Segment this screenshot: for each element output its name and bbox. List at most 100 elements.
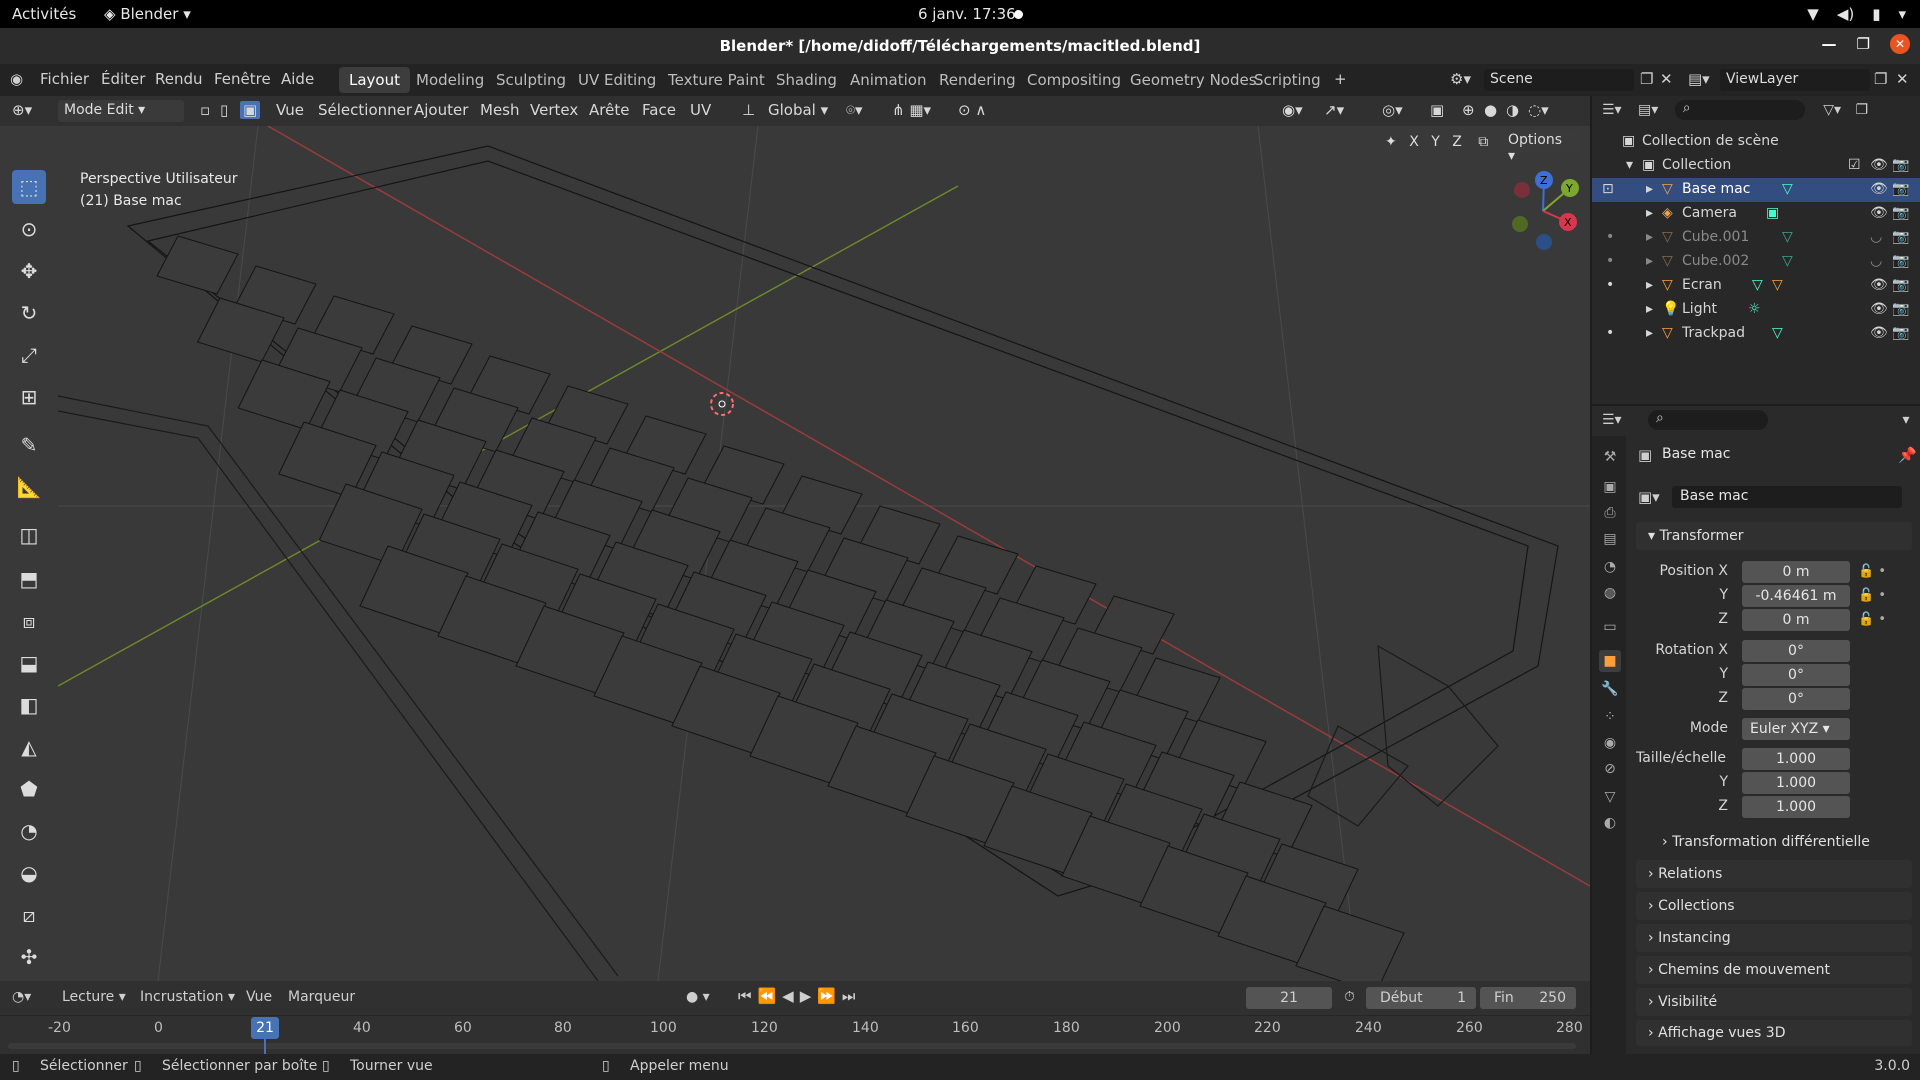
scene-field[interactable]: Scene bbox=[1484, 69, 1634, 91]
timeline-view-menu[interactable]: Vue bbox=[246, 989, 272, 1005]
tab-animation[interactable]: Animation bbox=[840, 67, 936, 93]
position-x-field[interactable]: 0 m bbox=[1742, 561, 1850, 583]
butterfly-icon[interactable]: ✦ bbox=[1385, 134, 1397, 150]
rotation-z-field[interactable]: 0° bbox=[1742, 688, 1850, 710]
solid-shading-icon[interactable]: ● bbox=[1484, 101, 1497, 119]
maximize-button[interactable]: ❐ bbox=[1857, 35, 1870, 53]
outliner-item-cube-002[interactable]: • ▸ ▽ Cube.002 ▽ ◡ 📷 bbox=[1592, 250, 1920, 274]
scene-icon[interactable]: ⚙▾ bbox=[1450, 70, 1471, 88]
spin-icon[interactable]: ◔ bbox=[12, 814, 46, 848]
vertex-select-icon[interactable]: ▫ bbox=[200, 101, 210, 119]
camera-render-icon[interactable]: 📷 bbox=[1892, 253, 1909, 269]
particles-tab-icon[interactable]: ⁘ bbox=[1599, 706, 1621, 728]
chevron-down-icon[interactable]: ▾ bbox=[1902, 412, 1909, 428]
tab-shading[interactable]: Shading bbox=[766, 67, 847, 93]
navigation-gizmo[interactable]: Z Y X bbox=[1488, 166, 1590, 256]
outliner-collection[interactable]: ▾ ▣ Collection ☑ 👁 📷 bbox=[1592, 154, 1920, 178]
constraints-tab-icon[interactable]: ⊘ bbox=[1599, 758, 1621, 780]
expand-arrow-icon[interactable]: ▾ bbox=[1626, 157, 1633, 173]
outliner-search-input[interactable]: ⌕ bbox=[1674, 100, 1805, 120]
xray-icon[interactable]: ▣ bbox=[1430, 101, 1444, 119]
minimize-button[interactable]: — bbox=[1822, 35, 1837, 53]
object-datablock-icon[interactable]: ▣▾ bbox=[1638, 488, 1660, 506]
shrink-fatten-icon[interactable]: ✣ bbox=[12, 940, 46, 974]
tool-tab-icon[interactable]: ⚒ bbox=[1599, 446, 1621, 468]
material-shading-icon[interactable]: ◑ bbox=[1506, 101, 1519, 119]
rotation-y-field[interactable]: 0° bbox=[1742, 664, 1850, 686]
visibility-section[interactable]: › Visibilité bbox=[1636, 988, 1912, 1016]
expand-arrow-icon[interactable]: ▸ bbox=[1646, 325, 1653, 341]
inset-icon[interactable]: ⧈ bbox=[12, 604, 46, 638]
outliner-scene-collection[interactable]: ▣ Collection de scène bbox=[1592, 130, 1920, 154]
mirror-z[interactable]: Z bbox=[1452, 134, 1462, 150]
transform-section[interactable]: ▾ Transformer bbox=[1636, 522, 1912, 550]
mirror-x[interactable]: X bbox=[1409, 134, 1419, 150]
menu-add[interactable]: Ajouter bbox=[414, 101, 468, 119]
loop-cut-icon[interactable]: ◧ bbox=[12, 688, 46, 722]
extrude-icon[interactable]: ⬒ bbox=[12, 562, 46, 596]
tab-texture-paint[interactable]: Texture Paint bbox=[658, 67, 775, 93]
properties-search-input[interactable]: ⌕ bbox=[1648, 410, 1769, 430]
annotate-icon[interactable]: ✎ bbox=[12, 428, 46, 462]
expand-arrow-icon[interactable]: ▸ bbox=[1646, 229, 1653, 245]
current-frame-indicator[interactable]: 21 bbox=[251, 1017, 279, 1039]
menu-render[interactable]: Rendu bbox=[155, 70, 203, 88]
eye-icon[interactable]: 👁 bbox=[1870, 205, 1888, 221]
menu-uv[interactable]: UV bbox=[690, 101, 711, 119]
expand-arrow-icon[interactable]: ▸ bbox=[1646, 181, 1653, 197]
menu-vertex[interactable]: Vertex bbox=[530, 101, 578, 119]
cursor-icon[interactable]: ⊙ bbox=[12, 212, 46, 246]
outliner-item-cube-001[interactable]: • ▸ ▽ Cube.001 ▽ ◡ 📷 bbox=[1592, 226, 1920, 250]
tab-layout[interactable]: Layout bbox=[339, 67, 410, 93]
properties-editor-icon[interactable]: ☰▾ bbox=[1602, 412, 1622, 428]
playback-controls[interactable]: ⏮⏪◀▶⏩⏭ bbox=[738, 987, 861, 1005]
bevel-icon[interactable]: ⬓ bbox=[12, 646, 46, 680]
expand-arrow-icon[interactable]: ▸ bbox=[1646, 277, 1653, 293]
transform-icon[interactable]: ⊞ bbox=[12, 380, 46, 414]
move-icon[interactable]: ✥ bbox=[12, 254, 46, 288]
edit-mode-icon[interactable]: ⊡ bbox=[1602, 181, 1614, 197]
mode-dropdown[interactable]: Mode Edit ▾ bbox=[58, 100, 184, 122]
mirror-y[interactable]: Y bbox=[1431, 134, 1440, 150]
symmetry-icon[interactable]: ⧉ bbox=[1478, 134, 1488, 150]
timeline-editor-icon[interactable]: ◔▾ bbox=[12, 989, 31, 1005]
data-tab-icon[interactable]: ▽ bbox=[1599, 786, 1621, 808]
viewport-display-section[interactable]: › Affichage vues 3D bbox=[1636, 1020, 1912, 1046]
viewlayer-field[interactable]: ViewLayer bbox=[1720, 69, 1870, 91]
position-y-field[interactable]: -0.46461 m bbox=[1742, 585, 1850, 607]
camera-render-icon[interactable]: 📷 bbox=[1892, 181, 1909, 197]
outliner-item-light[interactable]: ▸ 💡 Light ☼ 👁 📷 bbox=[1592, 298, 1920, 322]
menu-file[interactable]: Fichier bbox=[40, 70, 89, 88]
scale-icon[interactable]: ⤢ bbox=[12, 338, 46, 372]
checkbox-icon[interactable]: ☑ bbox=[1848, 157, 1861, 173]
render-tab-icon[interactable]: ▣ bbox=[1599, 476, 1621, 498]
tab-modeling[interactable]: Modeling bbox=[406, 67, 494, 93]
keying-menu[interactable]: Incrustation ▾ bbox=[140, 989, 235, 1005]
filter-icon[interactable]: ▽▾ bbox=[1823, 102, 1841, 118]
outliner-editor-icon[interactable]: ☰▾ bbox=[1602, 102, 1622, 118]
tab-rendering[interactable]: Rendering bbox=[929, 67, 1026, 93]
tab-compositing[interactable]: Compositing bbox=[1017, 67, 1131, 93]
outliner-item-camera[interactable]: ▸ ◈ Camera ▣ 👁 📷 bbox=[1592, 202, 1920, 226]
display-mode-icon[interactable]: ▤▾ bbox=[1638, 102, 1658, 118]
add-workspace-icon[interactable]: + bbox=[1334, 70, 1347, 88]
render-shading-icon[interactable]: ◌▾ bbox=[1528, 101, 1549, 119]
eye-icon[interactable]: 👁 bbox=[1870, 277, 1888, 293]
camera-render-icon[interactable]: 📷 bbox=[1892, 277, 1909, 293]
new-collection-icon[interactable]: ❐ bbox=[1855, 102, 1868, 118]
eye-icon[interactable]: 👁 bbox=[1870, 325, 1888, 341]
eye-icon[interactable]: 👁 bbox=[1870, 181, 1888, 197]
system-tray[interactable]: ▼ ◀) ▮ ▾ bbox=[1807, 5, 1906, 23]
motion-paths-section[interactable]: › Chemins de mouvement bbox=[1636, 956, 1912, 984]
clock[interactable]: 6 janv. 17:36 bbox=[918, 5, 1016, 23]
collection-tab-icon[interactable]: ▭ bbox=[1599, 616, 1621, 638]
instancing-section[interactable]: › Instancing bbox=[1636, 924, 1912, 952]
viewlayer-icon[interactable]: ▤▾ bbox=[1688, 70, 1710, 88]
tab-sculpting[interactable]: Sculpting bbox=[486, 67, 576, 93]
menu-face[interactable]: Face bbox=[642, 101, 676, 119]
outliner-item-ecran[interactable]: • ▸ ▽ Ecran ▽ ▽ 👁 📷 bbox=[1592, 274, 1920, 298]
new-scene-icon[interactable]: ❐ bbox=[1640, 70, 1653, 88]
lock-icon[interactable]: 🔓 • bbox=[1858, 608, 1886, 632]
stopwatch-icon[interactable]: ⏱ bbox=[1344, 989, 1355, 1005]
relations-section[interactable]: › Relations bbox=[1636, 860, 1912, 888]
